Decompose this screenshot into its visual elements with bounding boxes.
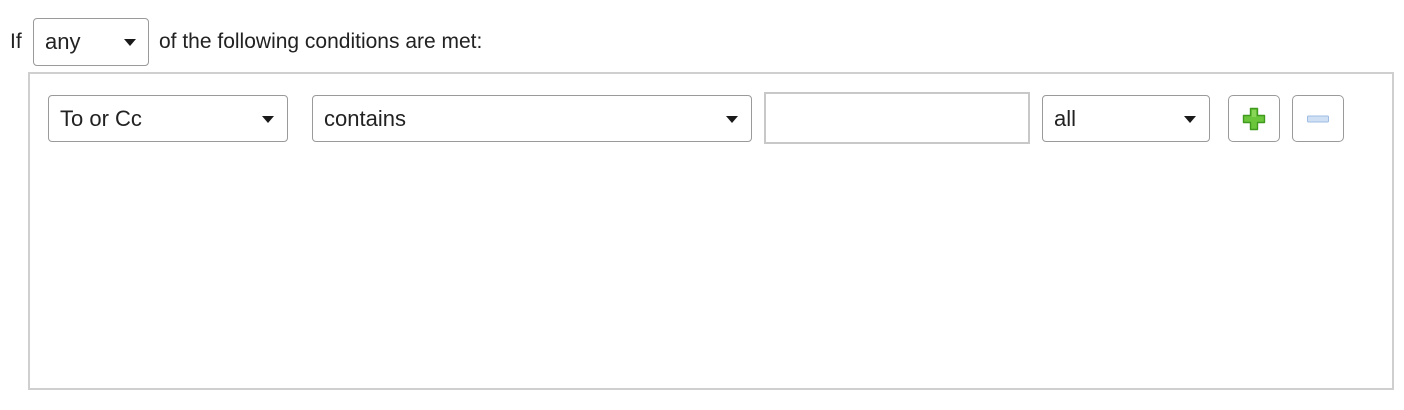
chevron-down-icon <box>1184 115 1196 123</box>
condition-field-select[interactable]: To or Cc <box>48 95 288 142</box>
condition-scope-value: all <box>1054 105 1077 131</box>
condition-operator-select[interactable]: contains <box>312 95 752 142</box>
chevron-down-icon <box>124 39 136 46</box>
add-condition-button[interactable] <box>1228 95 1280 142</box>
condition-value-input[interactable] <box>764 92 1030 144</box>
minus-icon <box>1307 115 1329 122</box>
plus-icon <box>1242 107 1266 130</box>
remove-condition-button[interactable] <box>1292 95 1344 142</box>
match-mode-select[interactable]: any <box>33 18 149 66</box>
chevron-down-icon <box>726 115 738 123</box>
condition-scope-select[interactable]: all <box>1042 95 1210 142</box>
condition-field-value: To or Cc <box>60 105 142 131</box>
chevron-down-icon <box>262 115 274 123</box>
condition-operator-value: contains <box>324 105 406 131</box>
match-mode-value: any <box>45 29 81 54</box>
if-label: If <box>10 30 22 53</box>
conditions-met-label: of the following conditions are met: <box>159 30 483 53</box>
